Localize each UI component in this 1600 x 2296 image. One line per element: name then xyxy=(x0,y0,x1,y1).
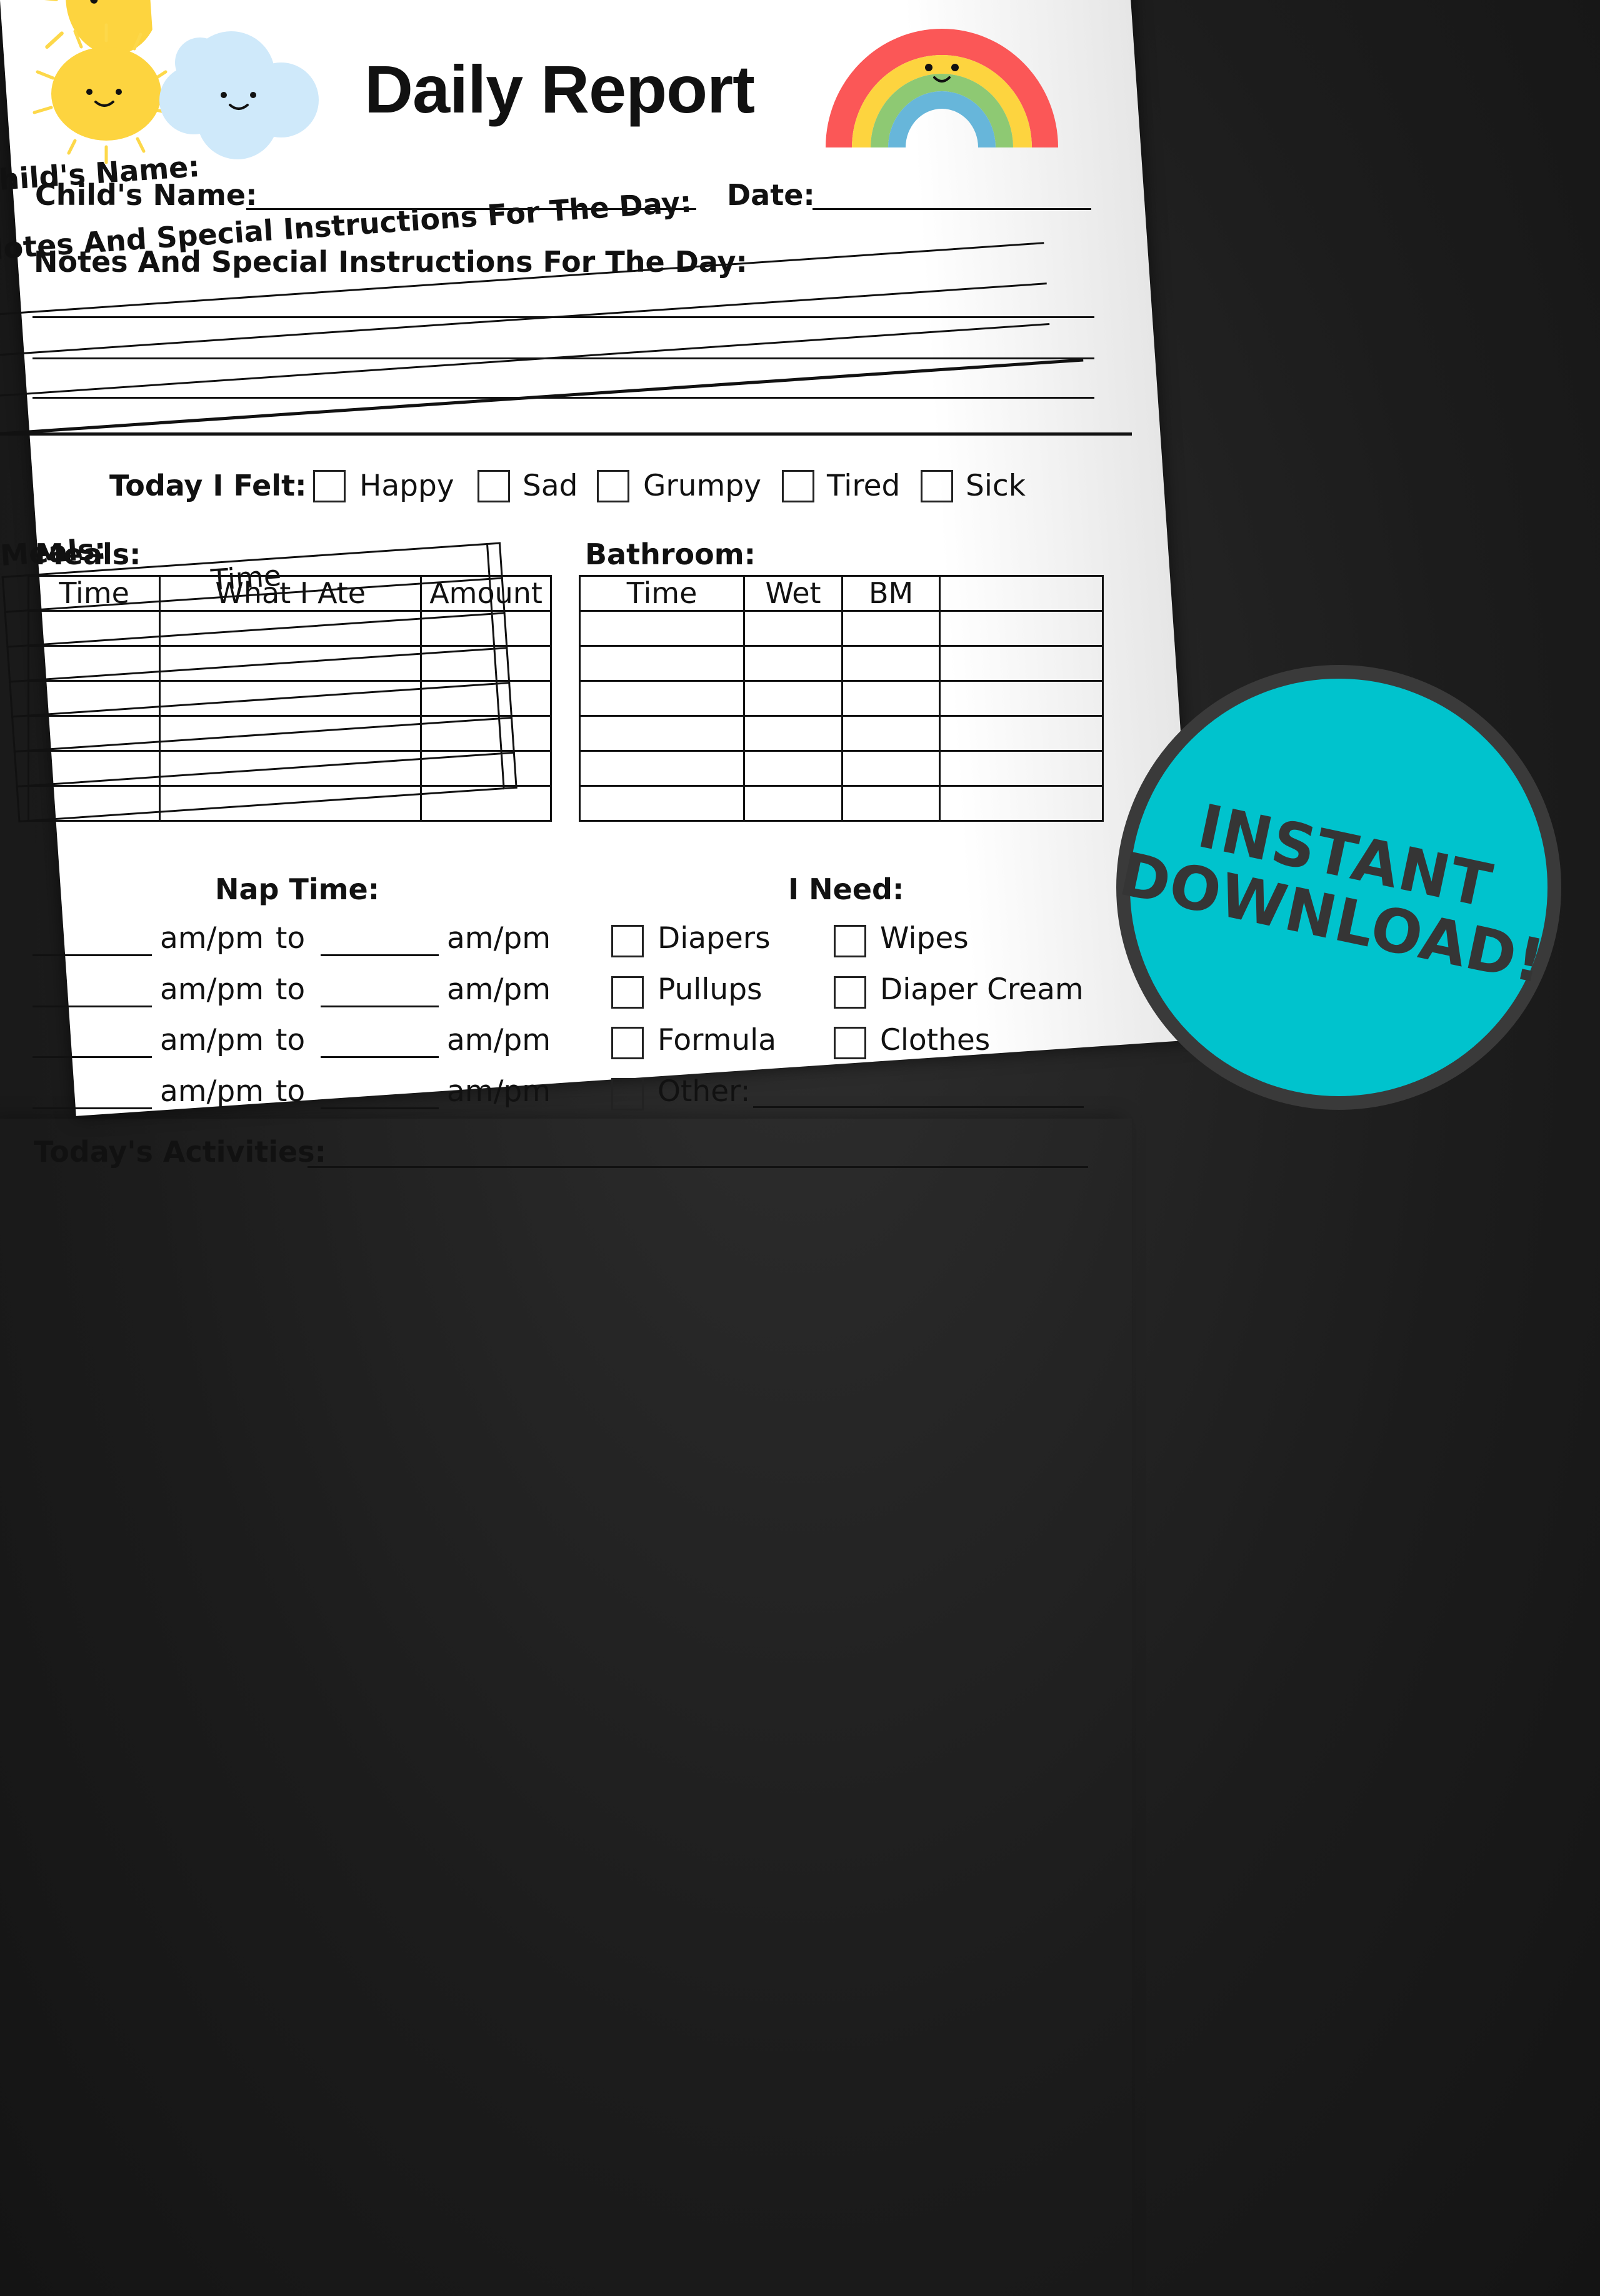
sad-checkbox[interactable] xyxy=(478,470,510,502)
nap-end-field[interactable] xyxy=(321,1056,439,1058)
diapers-label: Diapers xyxy=(658,921,771,956)
meals-table: Time What I Ate Amount xyxy=(27,575,552,822)
today-i-felt-label: Today I Felt: xyxy=(109,469,307,502)
table-row[interactable] xyxy=(578,610,1104,647)
clothes-checkbox[interactable] xyxy=(834,1027,866,1059)
formula-checkbox[interactable] xyxy=(611,1027,644,1059)
meals-header-row: Time What I Ate Amount xyxy=(27,575,552,612)
table-row[interactable] xyxy=(27,680,552,717)
page-title: Daily Report xyxy=(364,51,755,127)
childs-name-label: Child's Name: xyxy=(35,178,258,212)
sad-label: Sad xyxy=(522,469,578,503)
nap-end-field[interactable] xyxy=(321,1107,439,1109)
front-sheet: Daily Report Child's Name: Date: Notes A… xyxy=(0,23,1132,2296)
bathroom-header-row: Time Wet BM xyxy=(578,575,1104,612)
nap-start-field[interactable] xyxy=(32,954,152,956)
notes-line[interactable] xyxy=(32,397,1094,399)
other-checkbox[interactable] xyxy=(611,1078,644,1111)
notes-line[interactable] xyxy=(32,316,1094,318)
childs-name-field[interactable] xyxy=(246,208,696,210)
instant-download-badge: INSTANT DOWNLOAD! xyxy=(1114,665,1561,1110)
meals-header-amount: Amount xyxy=(420,575,552,612)
nap-start-ampm: am/pm xyxy=(160,921,264,956)
i-need-label: I Need: xyxy=(788,872,904,906)
table-row[interactable] xyxy=(578,715,1104,752)
nap-to-label: to xyxy=(276,1023,306,1057)
nap-end-ampm: am/pm xyxy=(447,1023,551,1057)
todays-activities-field[interactable] xyxy=(308,1166,1088,1168)
bathroom-table: Time Wet BM xyxy=(578,575,1104,822)
notes-line[interactable] xyxy=(32,357,1094,359)
nap-end-field[interactable] xyxy=(321,1006,439,1007)
meals-header-time: Time xyxy=(27,575,161,612)
nap-end-ampm: am/pm xyxy=(447,921,551,956)
grumpy-label: Grumpy xyxy=(643,469,761,503)
other-label: Other: xyxy=(658,1074,751,1109)
nap-start-field[interactable] xyxy=(32,1006,152,1007)
nap-start-ampm: am/pm xyxy=(160,972,264,1007)
diaper-cream-checkbox[interactable] xyxy=(834,976,866,1009)
table-row[interactable] xyxy=(578,680,1104,717)
notes-label: Notes And Special Instructions For The D… xyxy=(34,245,748,279)
table-row[interactable] xyxy=(27,610,552,647)
date-field[interactable] xyxy=(812,208,1091,210)
table-row[interactable] xyxy=(27,715,552,752)
wipes-label: Wipes xyxy=(880,921,969,956)
nap-end-ampm: am/pm xyxy=(447,1074,551,1109)
nap-time-label: Nap Time: xyxy=(215,872,380,906)
cloud-icon xyxy=(159,31,319,159)
diaper-cream-label: Diaper Cream xyxy=(880,972,1084,1007)
back-notes-line xyxy=(0,322,1050,397)
back-notes-line xyxy=(0,282,1047,357)
bathroom-header-bm: BM xyxy=(841,575,941,612)
meals-label: Meals: xyxy=(35,537,141,571)
wipes-checkbox[interactable] xyxy=(834,925,866,957)
formula-label: Formula xyxy=(658,1023,777,1057)
bathroom-header-wet: Wet xyxy=(743,575,843,612)
table-row[interactable] xyxy=(27,750,552,787)
table-row[interactable] xyxy=(578,750,1104,787)
table-row[interactable] xyxy=(27,645,552,682)
pullups-label: Pullups xyxy=(658,972,762,1007)
nap-start-field[interactable] xyxy=(32,1056,152,1058)
nap-start-ampm: am/pm xyxy=(160,1023,264,1057)
section-divider xyxy=(0,432,1132,436)
meals-header-what-i-ate: What I Ate xyxy=(159,575,422,612)
happy-checkbox[interactable] xyxy=(313,470,346,502)
table-row[interactable] xyxy=(27,785,552,822)
tired-checkbox[interactable] xyxy=(782,470,814,502)
nap-to-label: to xyxy=(276,972,306,1007)
nap-end-ampm: am/pm xyxy=(447,972,551,1007)
happy-label: Happy xyxy=(359,469,454,503)
tired-label: Tired xyxy=(827,469,901,503)
nap-start-ampm: am/pm xyxy=(160,1074,264,1109)
sick-label: Sick xyxy=(966,469,1026,503)
nap-to-label: to xyxy=(276,921,306,956)
other-field[interactable] xyxy=(753,1106,1084,1108)
date-label: Date: xyxy=(727,178,815,212)
nap-end-field[interactable] xyxy=(321,954,439,956)
grumpy-checkbox[interactable] xyxy=(597,470,629,502)
table-row[interactable] xyxy=(578,785,1104,822)
rainbow-icon xyxy=(826,29,1058,147)
table-row[interactable] xyxy=(578,645,1104,682)
bathroom-header-time: Time xyxy=(578,575,746,612)
todays-activities-label: Today's Activities: xyxy=(34,1135,326,1169)
clothes-label: Clothes xyxy=(880,1023,991,1057)
nap-to-label: to xyxy=(276,1074,306,1109)
nap-start-field[interactable] xyxy=(32,1107,152,1109)
pullups-checkbox[interactable] xyxy=(611,976,644,1009)
sick-checkbox[interactable] xyxy=(921,470,953,502)
bathroom-label: Bathroom: xyxy=(585,537,756,571)
diapers-checkbox[interactable] xyxy=(611,925,644,957)
